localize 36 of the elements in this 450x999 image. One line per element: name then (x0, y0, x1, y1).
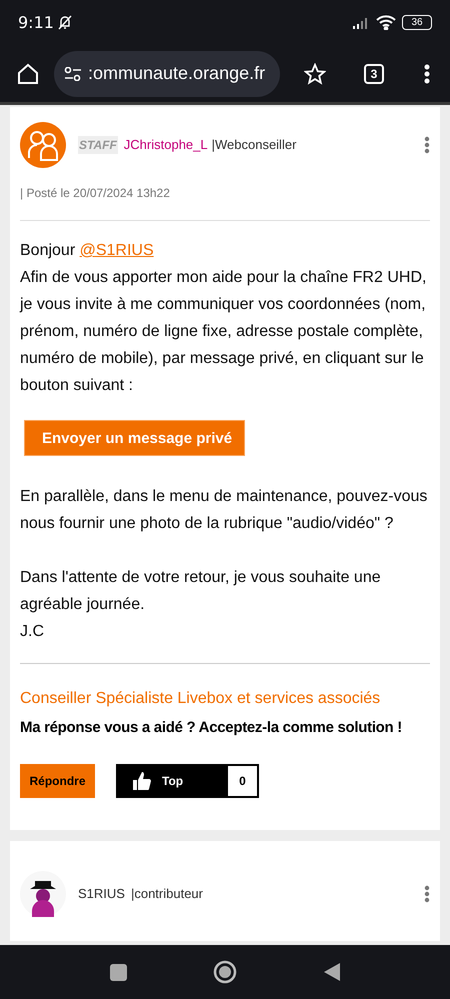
author-role: |Webconseiller (212, 136, 296, 154)
signature-title: Conseiller Spécialiste Livebox et services associés (20, 689, 382, 709)
signal-icon (352, 16, 370, 28)
signature-note: Ma réponse vous a aidé ? Acceptez-la comme solution ! (20, 718, 403, 738)
body-text: Afin de vous apporter mon aide pour la chaîne FR2 UHD, je vous invite à me communiquer vos coordonnées (nom, prénom, numéro de ligne fixe, adresse postale complète, numéro de mobile), par message privé, en cliquant sur le bouton suivant : (20, 268, 428, 396)
site-settings-icon[interactable] (64, 66, 82, 80)
body-text: Dans l'attente de votre retour, je vous souhaite une agréable journée. (20, 568, 382, 615)
home-icon[interactable] (16, 62, 40, 86)
url-text: :ommunaute.orange.fr (88, 62, 266, 85)
author-link[interactable]: JChristophe_L (124, 135, 208, 155)
battery-icon: 36 (402, 15, 432, 30)
author-link[interactable]: S1RIUS (78, 884, 125, 904)
home-button[interactable] (212, 960, 236, 984)
star-icon[interactable] (304, 62, 326, 84)
reply-button[interactable]: Répondre (20, 764, 95, 798)
greeting-text: Bonjour @S1RIUS (20, 241, 155, 261)
thumbs-up-icon (132, 770, 152, 790)
user-avatar-icon (20, 870, 66, 916)
author-role: |contributeur (130, 884, 203, 903)
body-text: J.C (20, 622, 45, 642)
kudos-button[interactable]: Top (116, 764, 226, 798)
post-date: | Posté le 20/07/2024 13h22 (20, 185, 171, 202)
back-button[interactable] (322, 962, 340, 982)
staff-badge: STAFF (78, 136, 118, 154)
tab-count-button[interactable]: 3 (364, 64, 384, 84)
body-text: En parallèle, dans le menu de maintenance, pouvez-vous nous fournir une photo de la rubrique "audio/vidéo" ? (20, 487, 428, 534)
muted-bell-icon (58, 15, 72, 30)
more-options-icon[interactable] (424, 884, 430, 902)
staff-avatar-icon (20, 122, 66, 168)
clock-text: 9:11 (18, 12, 54, 34)
menu-icon[interactable] (424, 64, 430, 84)
more-options-icon[interactable] (424, 136, 430, 154)
wifi-icon (376, 15, 396, 30)
kudos-count: 0 (226, 764, 259, 798)
recents-button[interactable] (110, 964, 126, 980)
address-bar[interactable]: :ommunaute.orange.fr (54, 50, 280, 96)
